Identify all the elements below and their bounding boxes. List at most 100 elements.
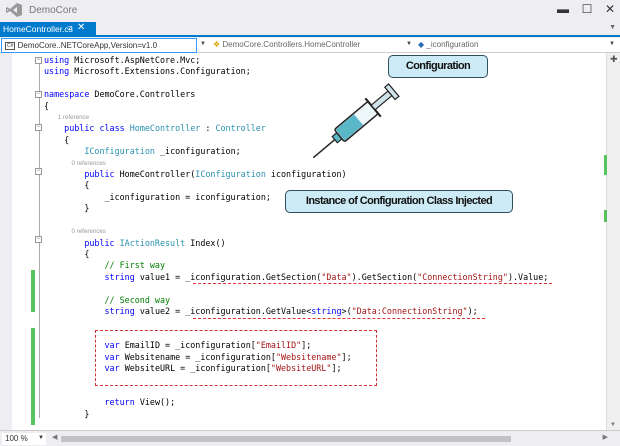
- change-indicator: [31, 270, 35, 312]
- code-line[interactable]: string value1 = _iconfiguration.GetSecti…: [44, 271, 549, 283]
- code-token: using: [44, 66, 70, 77]
- code-token: _iconfiguration;: [154, 146, 241, 157]
- collapse-icon[interactable]: −: [35, 124, 42, 131]
- code-line[interactable]: {: [44, 101, 548, 112]
- reference-count[interactable]: 0 references: [44, 228, 106, 235]
- chevron-down-icon[interactable]: ▼: [609, 41, 615, 47]
- code-token: {: [44, 248, 90, 259]
- collapse-icon[interactable]: −: [35, 168, 42, 175]
- code-line[interactable]: 0 references: [44, 158, 548, 169]
- code-line[interactable]: public HomeController(IConfiguration ico…: [44, 169, 548, 180]
- code-token: public class: [64, 123, 130, 134]
- code-token: ).Value;: [507, 271, 549, 282]
- code-token: >(: [341, 305, 352, 316]
- code-line[interactable]: 1 reference: [44, 112, 548, 123]
- chevron-down-icon: ▼: [38, 435, 44, 441]
- code-token: string: [311, 305, 342, 316]
- collapse-icon[interactable]: −: [35, 236, 42, 243]
- code-line[interactable]: string value2 = _iconfiguration.GetValue…: [44, 306, 548, 317]
- code-token: HomeController(: [119, 169, 196, 180]
- code-token: );: [467, 305, 478, 316]
- code-token: Microsoft.Extensions.Configuration;: [69, 66, 251, 77]
- scrollbar-change-marker: [604, 210, 607, 222]
- horizontal-scroll-thumb[interactable]: [61, 436, 511, 442]
- collapse-icon[interactable]: −: [35, 57, 42, 64]
- minimize-button[interactable]: ▬: [556, 2, 570, 16]
- syringe-icon: [312, 83, 400, 159]
- code-line[interactable]: [44, 386, 548, 397]
- reference-count[interactable]: 1 reference: [44, 114, 89, 121]
- editor-gutter: [0, 53, 12, 430]
- scroll-left-icon[interactable]: ◀: [52, 433, 57, 441]
- configuration-callout: Configuration: [388, 55, 488, 78]
- code-line[interactable]: IConfiguration _iconfiguration;: [44, 146, 548, 157]
- code-line[interactable]: [44, 283, 548, 294]
- code-token: HomeController: [129, 123, 201, 134]
- code-line[interactable]: public IActionResult Index(): [44, 238, 548, 249]
- code-line[interactable]: {: [44, 135, 548, 146]
- code-line[interactable]: public class HomeController : Controller: [44, 123, 548, 134]
- code-token: IConfiguration: [84, 146, 155, 157]
- editor-status-bar: 100 % ▼ ◀ ▶: [0, 430, 620, 446]
- code-line[interactable]: [44, 317, 548, 328]
- code-line[interactable]: // First way: [44, 260, 548, 271]
- code-token: "Data": [321, 271, 352, 282]
- code-token: DemoCore.Controllers: [89, 89, 196, 100]
- member-dropdown[interactable]: ◆ _iconfiguration: [415, 38, 605, 53]
- code-line[interactable]: {: [44, 249, 548, 260]
- code-token: Microsoft.AspNetCore.Mvc;: [69, 55, 201, 65]
- highlight-underline: [193, 318, 485, 319]
- chevron-down-icon[interactable]: ▼: [406, 41, 412, 47]
- scrollbar-change-marker: [604, 155, 607, 175]
- code-token: using: [44, 55, 70, 65]
- tab-overflow-icon[interactable]: ▼: [609, 24, 616, 31]
- code-token: {: [44, 100, 50, 111]
- reference-count[interactable]: 0 references: [44, 160, 106, 167]
- tab-homecontroller[interactable]: HomeController.cs ⊐ ✕: [0, 22, 96, 37]
- maximize-button[interactable]: ☐: [580, 2, 594, 16]
- window-title: DemoCore: [29, 5, 78, 16]
- class-icon: ❖: [213, 40, 221, 49]
- split-icon[interactable]: ✚: [610, 54, 618, 65]
- scroll-right-icon[interactable]: ▶: [603, 433, 608, 441]
- code-token: View();: [134, 397, 176, 408]
- code-token: iconfiguration): [265, 169, 347, 180]
- code-line[interactable]: }: [44, 409, 548, 420]
- code-token: public: [84, 237, 120, 248]
- tab-label: HomeController.cs: [3, 24, 73, 34]
- code-token: "ConnectionString": [417, 271, 508, 282]
- code-line[interactable]: namespace DemoCore.Controllers: [44, 89, 548, 100]
- code-token: {: [44, 134, 70, 145]
- code-line[interactable]: [44, 78, 548, 89]
- zoom-dropdown[interactable]: 100 % ▼: [2, 433, 46, 445]
- horizontal-scrollbar[interactable]: ◀ ▶: [52, 433, 608, 443]
- change-indicator: [31, 328, 35, 425]
- vertical-scrollbar[interactable]: ✚ ▼: [606, 53, 620, 430]
- code-line[interactable]: [44, 215, 548, 226]
- close-button[interactable]: ✕: [603, 2, 617, 16]
- code-line[interactable]: return View();: [44, 397, 548, 408]
- class-dropdown[interactable]: ❖ DemoCore.Controllers.HomeController: [210, 38, 410, 53]
- tab-bar: HomeController.cs ⊐ ✕ ▼: [0, 22, 620, 37]
- scroll-down-icon[interactable]: ▼: [610, 422, 616, 428]
- collapse-icon[interactable]: −: [35, 91, 42, 98]
- code-token: IConfiguration: [195, 169, 266, 180]
- pin-icon[interactable]: ⊐: [67, 24, 73, 32]
- code-token: Index(): [185, 237, 226, 248]
- highlight-box: [95, 330, 377, 386]
- project-dropdown[interactable]: C# DemoCore..NETCoreApp,Version=v1.0: [1, 38, 197, 53]
- code-line[interactable]: 0 references: [44, 226, 548, 237]
- tab-close-icon[interactable]: ✕: [77, 22, 85, 33]
- field-icon: ◆: [418, 40, 425, 49]
- code-line[interactable]: // Second way: [44, 295, 548, 306]
- code-token: }: [44, 203, 90, 214]
- chevron-down-icon[interactable]: ▼: [200, 41, 206, 47]
